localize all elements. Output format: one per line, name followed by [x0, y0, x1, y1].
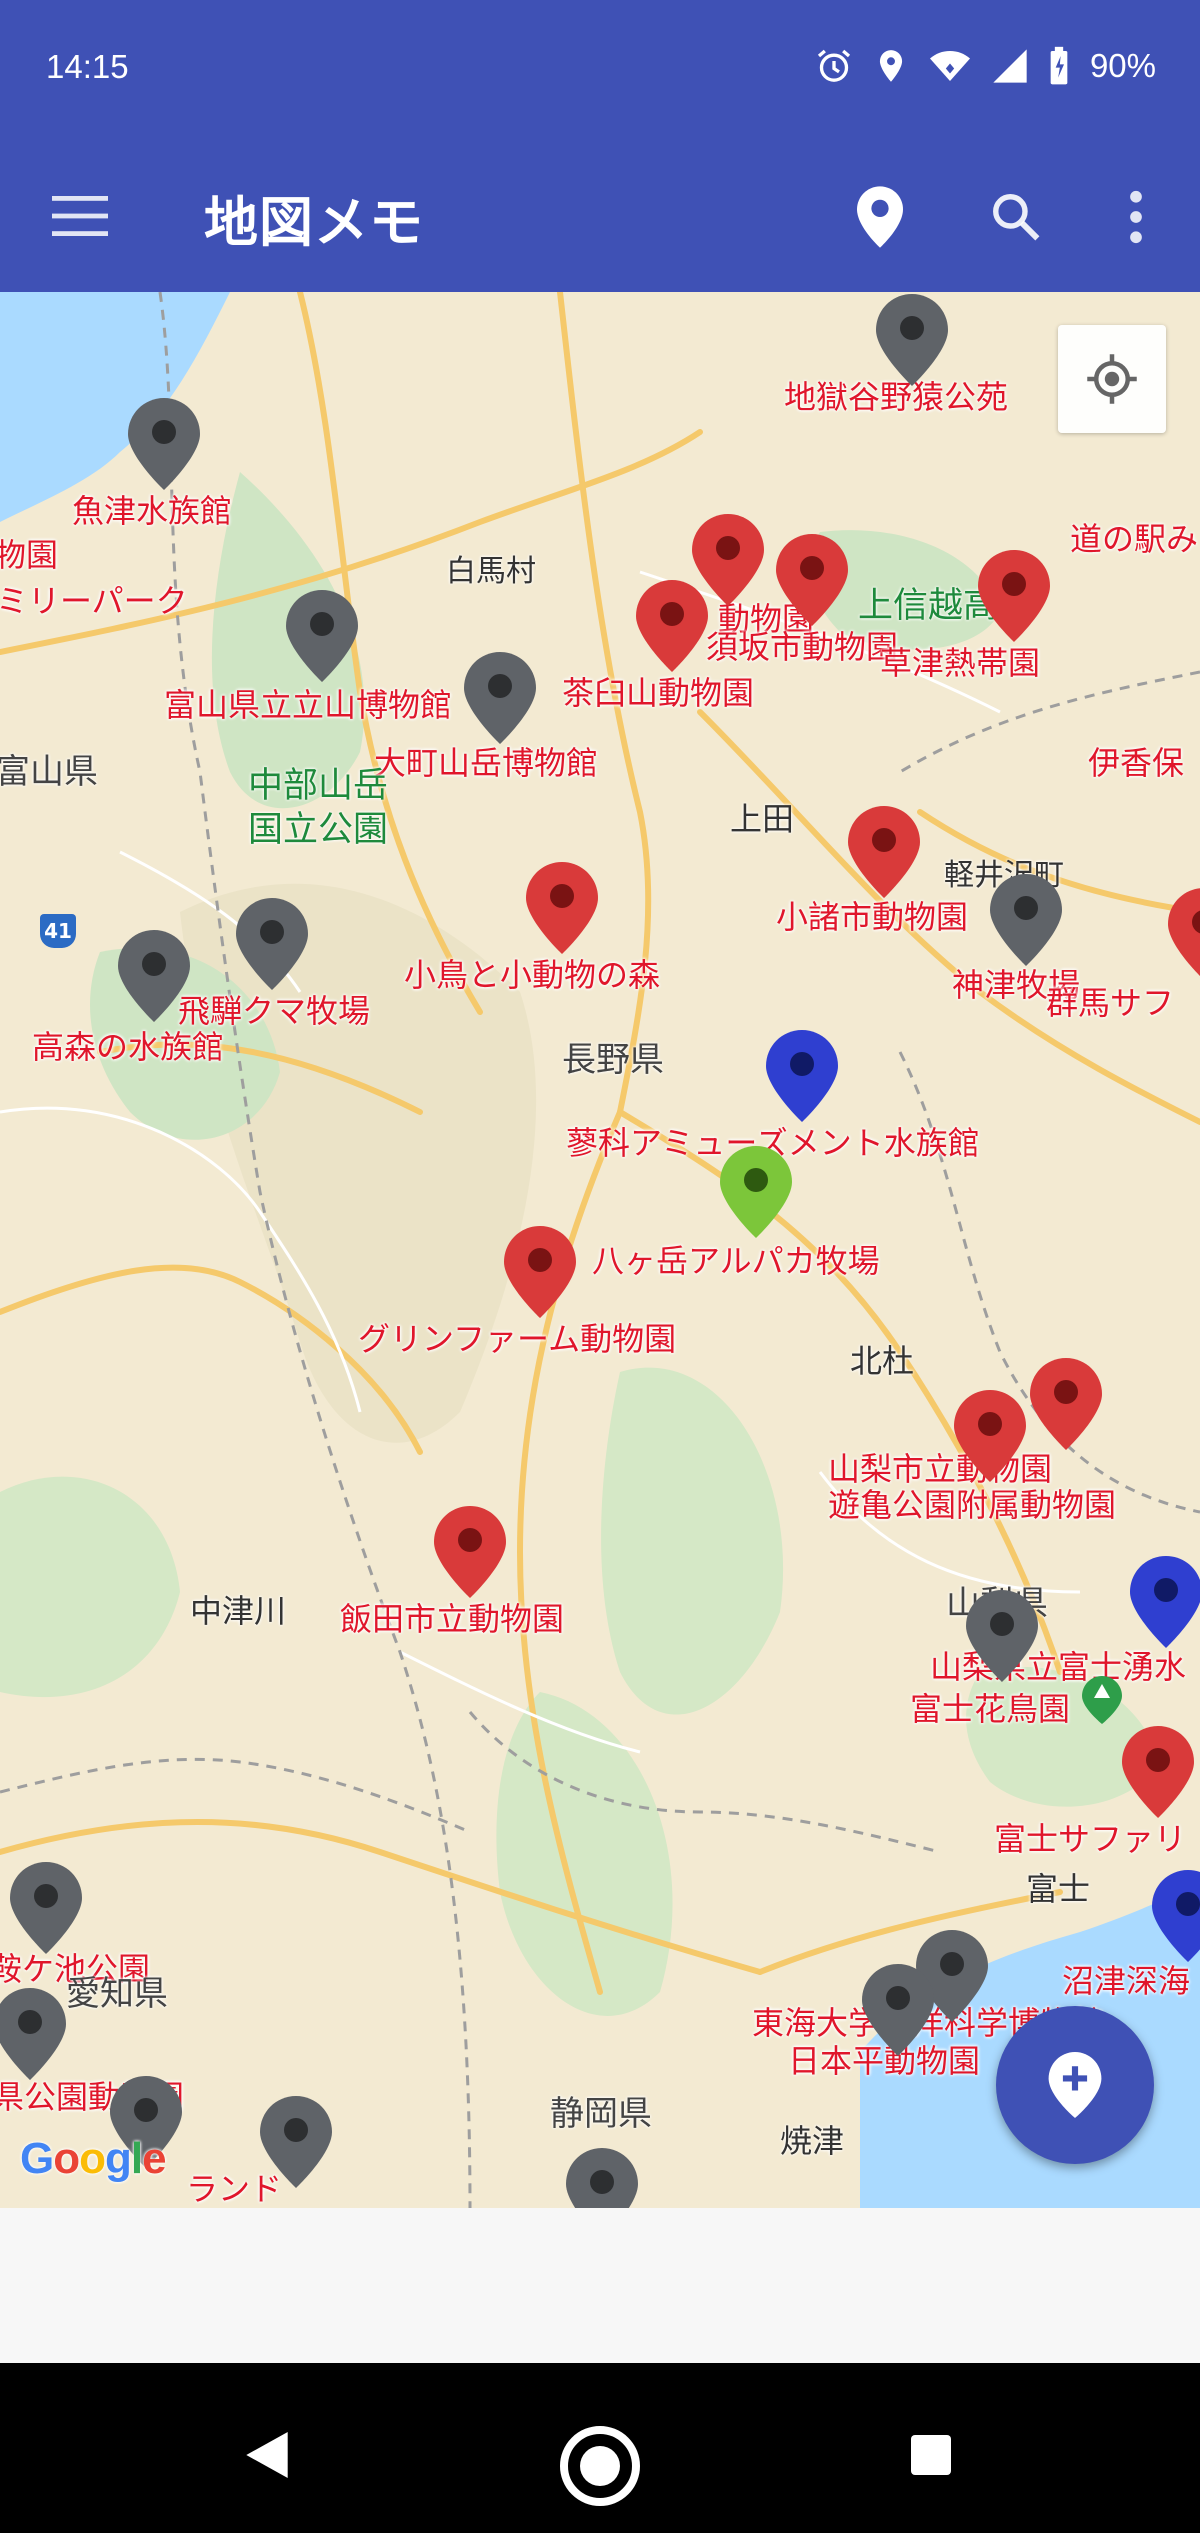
back-button[interactable]: [232, 2420, 302, 2490]
add-location-fab[interactable]: [996, 2006, 1154, 2164]
map-marker-red[interactable]: [846, 804, 922, 900]
map-marker-gray[interactable]: [258, 2094, 334, 2190]
add-location-icon: [1048, 2052, 1102, 2118]
map-marker-red[interactable]: [502, 1224, 578, 1320]
place-label: 中津川: [190, 1592, 287, 1630]
map-marker-gray[interactable]: [8, 1860, 84, 1956]
place-label: 富士: [1026, 1870, 1091, 1908]
back-icon: [246, 2432, 288, 2478]
map-marker-gray[interactable]: [126, 396, 202, 492]
map-marker-red[interactable]: [1120, 1724, 1196, 1820]
place-label: 白馬村: [446, 554, 536, 589]
status-bar: 14:15 90%: [0, 0, 1200, 140]
poi-label: 魚津水族館: [72, 492, 233, 530]
prefecture-label: 長野県: [562, 1040, 664, 1080]
poi-label: 飯田市立動物園: [340, 1600, 565, 1638]
my-location-icon: [1087, 354, 1137, 404]
map-marker-gray[interactable]: [988, 872, 1064, 968]
home-button[interactable]: [554, 2420, 646, 2512]
route-shield: 41: [40, 914, 76, 948]
map-marker-gray[interactable]: [860, 1962, 936, 2058]
app-bar: 地図メモ: [0, 140, 1200, 292]
poi-label: ミリーパーク: [0, 582, 188, 620]
battery-icon: [1050, 46, 1068, 85]
map-marker-gray[interactable]: [284, 588, 360, 684]
map-marker-red[interactable]: [1166, 886, 1200, 982]
poi-label: 小鳥と小動物の森: [404, 956, 661, 994]
poi-label: 須坂市動物園: [706, 628, 899, 666]
map-marker-blue[interactable]: [764, 1028, 840, 1124]
poi-label: 草津熱帯園: [880, 644, 1041, 682]
more-vert-icon: [1130, 190, 1142, 244]
home-icon: [560, 2426, 640, 2506]
search-icon: [993, 194, 1040, 241]
place-label: 上田: [730, 800, 795, 838]
poi-label: 茶臼山動物園: [562, 674, 755, 712]
poi-label: 富士サファリ: [994, 1820, 1187, 1858]
map-marker-gray[interactable]: [0, 1986, 68, 2082]
poi-label: 道の駅み: [1070, 520, 1199, 558]
poi-label: グリンファーム動物園: [358, 1320, 677, 1358]
status-icons: 90%: [814, 40, 1156, 92]
poi-label: 富士花鳥園: [910, 1690, 1071, 1728]
map-marker-red[interactable]: [1028, 1356, 1104, 1452]
map-marker-green[interactable]: [718, 1144, 794, 1240]
prefecture-label: 富山県: [0, 752, 98, 792]
poi-label: 高森の水族館: [32, 1028, 225, 1066]
menu-icon: [52, 196, 108, 236]
park-label: 中部山岳: [248, 766, 389, 806]
poi-label: 遊亀公園附属動物園: [828, 1486, 1117, 1524]
map-marker-red[interactable]: [432, 1504, 508, 1600]
signal-icon: [993, 49, 1027, 83]
poi-label: 八ヶ岳アルパカ牧場: [592, 1242, 880, 1280]
prefecture-label: 静岡県: [550, 2094, 652, 2134]
wifi-icon: [929, 51, 970, 81]
poi-label: 富山県立立山博物館: [164, 686, 453, 724]
map-marker-red[interactable]: [976, 548, 1052, 644]
map-marker-gray[interactable]: [564, 2146, 640, 2208]
poi-label: 物園: [0, 536, 59, 574]
status-time: 14:15: [46, 48, 129, 85]
map-marker-gray[interactable]: [964, 1588, 1040, 1684]
search-button[interactable]: [976, 172, 1056, 262]
map-marker-red[interactable]: [634, 578, 710, 674]
map-pin-icon: [857, 186, 903, 248]
park-icon: [1082, 1676, 1122, 1724]
location-icon: [879, 50, 903, 82]
map-marker-red[interactable]: [952, 1388, 1028, 1484]
map-marker-gray[interactable]: [116, 928, 192, 1024]
map-marker-red[interactable]: [524, 860, 600, 956]
alarm-icon: [817, 49, 851, 82]
menu-button[interactable]: [40, 176, 120, 256]
map-view[interactable]: 地獄谷野猿公苑 魚津水族館 道の駅み 物園 ミリーパーク 白馬村 動物園 須坂市…: [0, 292, 1200, 2208]
more-options-button[interactable]: [1108, 172, 1164, 262]
place-label: 北杜: [850, 1342, 915, 1380]
poi-label: 伊香保: [1088, 744, 1185, 782]
park-label: 国立公園: [248, 810, 389, 850]
poi-label: 群馬サフ: [1046, 984, 1175, 1022]
map-marker-gray[interactable]: [234, 896, 310, 992]
map-marker-gray[interactable]: [874, 292, 950, 388]
battery-percent: 90%: [1089, 47, 1156, 84]
my-location-button[interactable]: [1058, 325, 1166, 433]
map-marker-gray[interactable]: [462, 650, 538, 746]
app-title: 地図メモ: [204, 191, 424, 254]
map-marker-blue[interactable]: [1150, 1868, 1200, 1964]
place-label: 焼津: [780, 2122, 845, 2160]
recents-icon: [911, 2435, 951, 2475]
map-marker-red[interactable]: [774, 532, 850, 628]
prefecture-label: 愛知県: [66, 1974, 168, 2014]
recents-button[interactable]: [896, 2420, 966, 2490]
map-marker-blue[interactable]: [1128, 1554, 1200, 1650]
google-logo: Google: [20, 2134, 167, 2183]
map-pin-button[interactable]: [840, 172, 920, 262]
